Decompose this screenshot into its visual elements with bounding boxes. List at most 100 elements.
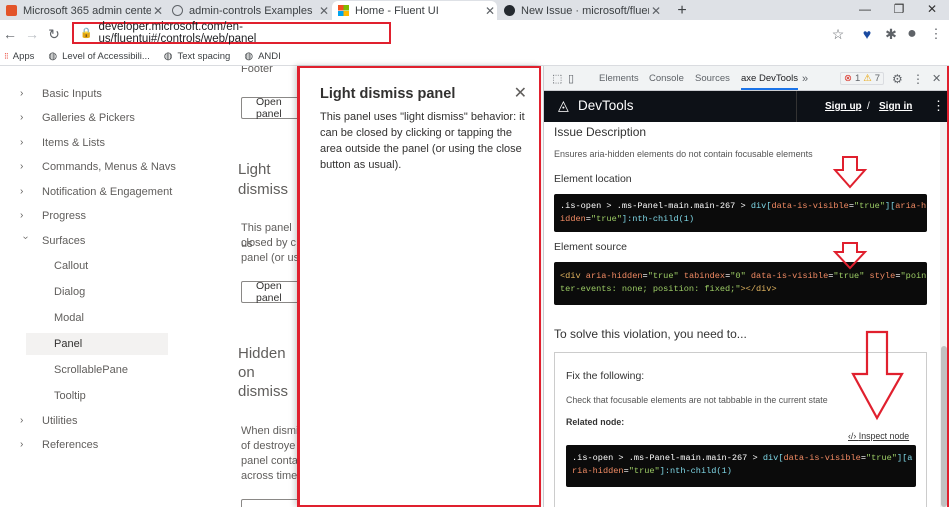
- code-token: "true": [853, 201, 885, 211]
- code-token: ]:nth-child(1): [659, 466, 732, 476]
- annotation-arrow-down-icon: [851, 330, 904, 421]
- device-toolbar-icon[interactable]: ▯: [568, 66, 574, 90]
- nav-group-basic-inputs[interactable]: › Basic Inputs: [0, 83, 102, 105]
- code-token: ter-events: none; position: fixed;": [560, 284, 741, 294]
- star-icon[interactable]: ☆: [828, 24, 848, 44]
- menu-kebab-icon[interactable]: ⋮: [926, 24, 946, 44]
- code-token: ]:nth-child(1): [621, 214, 695, 224]
- devtools-close-icon[interactable]: ✕: [932, 66, 941, 90]
- code-line: .is-open > .ms-Panel-main.main-267 > div…: [560, 200, 926, 213]
- globe-icon: ◍: [48, 50, 58, 62]
- nav-group-items-lists[interactable]: › Items & Lists: [0, 132, 105, 154]
- issue-description-heading: Issue Description: [554, 125, 647, 139]
- window-close-button[interactable]: ✕: [915, 0, 949, 20]
- nav-item-dialog[interactable]: Dialog: [26, 281, 168, 303]
- light-dismiss-text-line: panel (or us: [241, 252, 300, 264]
- extensions-puzzle-icon[interactable]: ✱: [881, 24, 901, 44]
- devtools-menu-icon[interactable]: ⋮: [912, 66, 924, 90]
- nav-group-utilities[interactable]: › Utilities: [0, 410, 77, 432]
- footer-label: Footer: [241, 66, 273, 75]
- browser-tab-active[interactable]: Home - Fluent UI ✕: [332, 1, 497, 20]
- restore-button[interactable]: ❐: [882, 0, 916, 20]
- open-panel-button[interactable]: Open panel: [241, 96, 300, 120]
- inspect-element-icon[interactable]: ⬚: [552, 66, 562, 90]
- profile-avatar-icon[interactable]: ●: [902, 24, 922, 44]
- axe-results: Issue Description Ensures aria-hidden el…: [544, 122, 940, 507]
- tab-sources[interactable]: Sources: [695, 66, 730, 90]
- tab-elements[interactable]: Elements: [599, 66, 639, 90]
- issues-counter[interactable]: ⊗ 1 ⚠ 7: [840, 72, 885, 85]
- nav-item-tooltip[interactable]: Tooltip: [26, 385, 168, 407]
- forward-arrow-icon[interactable]: →: [22, 24, 42, 44]
- chevron-down-icon: ›: [20, 236, 31, 240]
- close-tab-icon[interactable]: ✕: [317, 4, 331, 18]
- hidden-text-line: across time: [241, 470, 298, 482]
- axe-menu-icon[interactable]: ⋮: [932, 98, 945, 114]
- lock-icon: 🔒: [80, 27, 93, 39]
- reload-icon[interactable]: ↻: [44, 24, 64, 44]
- devtools-tab-bar: ⬚ ▯ Elements Console Sources axe DevTool…: [544, 66, 949, 91]
- code-token: .is-open > .ms-Panel-main.main-267 >: [572, 453, 763, 463]
- nav-item-scrollablepane[interactable]: ScrollablePane: [26, 359, 168, 381]
- element-source-code[interactable]: <div aria-hidden="true" tabindex="0" dat…: [554, 262, 927, 305]
- nav-group-notification-engagement[interactable]: › Notification & Engagement: [0, 181, 172, 203]
- nav-item-panel[interactable]: Panel: [26, 333, 168, 355]
- settings-gear-icon[interactable]: ⚙: [892, 66, 903, 90]
- related-node-code[interactable]: .is-open > .ms-Panel-main.main-267 > div…: [566, 445, 916, 487]
- sign-up-link[interactable]: Sign up: [825, 101, 862, 112]
- left-navigation: › Basic Inputs › Galleries & Pickers › Item…: [0, 66, 200, 507]
- nav-group-references[interactable]: › References: [0, 434, 98, 456]
- bookmark-text-spacing[interactable]: ◍ Text spacing: [164, 51, 231, 62]
- code-line: idden="true"]:nth-child(1): [560, 213, 921, 226]
- element-source-heading: Element source: [554, 241, 627, 253]
- panel-body-text: This panel uses "light dismiss" behavior…: [320, 111, 525, 171]
- panel-close-icon[interactable]: ✕: [514, 86, 527, 102]
- office-icon: [6, 5, 17, 16]
- back-arrow-icon[interactable]: ←: [0, 24, 20, 44]
- bookmark-andi[interactable]: ◍ ANDI: [244, 51, 280, 62]
- tab-console[interactable]: Console: [649, 66, 684, 90]
- globe-icon: ◍: [244, 50, 254, 62]
- more-tabs-icon[interactable]: »: [802, 66, 808, 90]
- minimize-button[interactable]: —: [848, 0, 882, 20]
- sign-in-link[interactable]: Sign in: [879, 101, 912, 112]
- tab-axe-devtools[interactable]: axe DevTools: [741, 66, 799, 90]
- nav-group-surfaces[interactable]: › Surfaces: [0, 230, 85, 252]
- light-dismiss-heading-1: Light: [238, 161, 271, 178]
- close-tab-icon[interactable]: ✕: [151, 4, 165, 18]
- microsoft-logo-icon: [338, 5, 349, 16]
- nav-item-callout[interactable]: Callout: [26, 255, 168, 277]
- element-location-heading: Element location: [554, 173, 632, 185]
- bookmark-apps[interactable]: ⁝⁝ Apps: [4, 51, 34, 62]
- code-token: ][a: [896, 453, 913, 463]
- inspect-node-link[interactable]: ‹/› Inspect node: [848, 431, 909, 441]
- address-bar[interactable]: 🔒 developer.microsoft.com/en-us/fluentui…: [72, 21, 391, 45]
- close-tab-icon[interactable]: ✕: [483, 4, 497, 18]
- hidden-text-line: When dismi: [241, 425, 299, 437]
- code-token: data-is-visible: [745, 271, 829, 281]
- nav-group-label: Commands, Menus & Navs: [42, 161, 176, 173]
- github-icon: [504, 5, 515, 16]
- nav-group-galleries-pickers[interactable]: › Galleries & Pickers: [0, 107, 135, 129]
- element-location-code[interactable]: .is-open > .ms-Panel-main.main-267 > div…: [554, 194, 927, 232]
- axe-header: ◬ DevTools Sign up / Sign in ⋮: [544, 91, 948, 122]
- axe-brand: DevTools: [578, 98, 634, 113]
- close-tab-icon[interactable]: ✕: [649, 4, 663, 18]
- code-icon: ‹/›: [848, 431, 859, 441]
- extension-heart-icon[interactable]: ♥: [857, 24, 877, 44]
- browser-tab[interactable]: Microsoft 365 admin center - Ho ✕: [0, 1, 165, 20]
- nav-item-modal[interactable]: Modal: [26, 307, 168, 329]
- open-panel-button[interactable]: [241, 499, 300, 507]
- nav-group-label: Utilities: [42, 415, 78, 427]
- code-token: idden: [560, 214, 586, 224]
- bookmark-level-of-accessibility[interactable]: ◍ Level of Accessibili...: [48, 51, 149, 62]
- hidden-text-line: panel conta: [241, 455, 298, 467]
- new-tab-button[interactable]: +: [672, 1, 692, 20]
- nav-group-progress[interactable]: › Progress: [0, 205, 86, 227]
- browser-tab[interactable]: admin-controls Examples ✕: [166, 1, 331, 20]
- solve-violation-heading: To solve this violation, you need to...: [554, 327, 747, 341]
- apps-grid-icon: ⁝⁝: [4, 50, 9, 61]
- open-panel-button[interactable]: Open panel: [241, 280, 300, 304]
- nav-group-commands-menus-navs[interactable]: › Commands, Menus & Navs: [0, 156, 176, 178]
- browser-tab[interactable]: New Issue · microsoft/fluentui ✕: [498, 1, 663, 20]
